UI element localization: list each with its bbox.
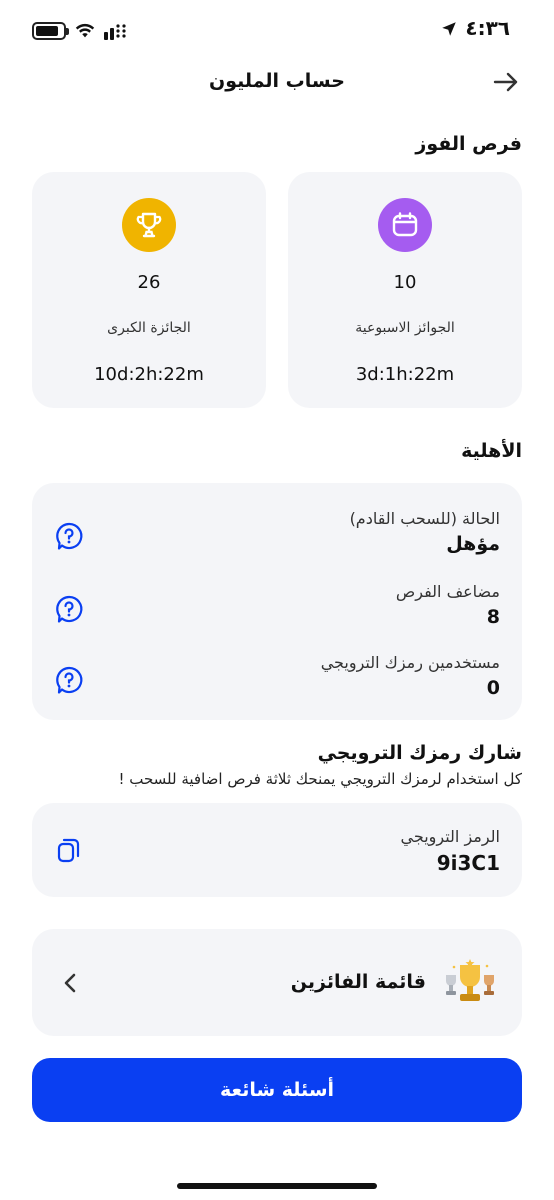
trophy-icon-wrap (122, 198, 176, 252)
weekly-prizes-count: 10 (393, 272, 417, 293)
copy-icon[interactable] (54, 835, 84, 865)
help-icon[interactable] (54, 521, 84, 551)
chances-title: فرص الفوز (415, 133, 522, 155)
promo-code-value: 9i3C1 (436, 851, 500, 875)
battery-icon (32, 22, 69, 40)
promo-code-card: الرمز الترويجي 9i3C1 (32, 803, 522, 897)
home-indicator (177, 1183, 377, 1189)
status-label: الحالة (للسحب القادم) (349, 509, 500, 528)
eligibility-row-multiplier: مضاعف الفرص 8 (32, 582, 522, 642)
referrals-label: مستخدمين رمزك الترويجي (320, 653, 500, 672)
faq-button[interactable]: أسئلة شائعة (32, 1058, 522, 1122)
weekly-prizes-label: الجوائز الاسبوعية (355, 320, 455, 336)
referrals-value: 0 (486, 677, 500, 699)
chevron-left-icon (64, 973, 76, 993)
promo-code-label: الرمز الترويجي (400, 827, 500, 846)
grand-prize-label: الجائزة الكبرى (107, 320, 191, 336)
battery-fill (36, 26, 58, 36)
help-icon[interactable] (54, 594, 84, 624)
winners-list-label: قائمة الفائزين (290, 971, 426, 993)
header: حساب المليون (0, 62, 554, 102)
share-subtitle: كل استخدام لرمزك الترويجي يمنحك ثلاثة فر… (118, 770, 522, 788)
status-time: ٤:٣٦ (465, 16, 510, 40)
calendar-icon-wrap (378, 198, 432, 252)
eligibility-row-referrals: مستخدمين رمزك الترويجي 0 (32, 653, 522, 713)
share-title: شارك رمزك الترويجي (317, 742, 522, 764)
location-arrow-icon (442, 22, 456, 36)
grand-prize-count: 26 (137, 272, 161, 293)
page-title: حساب المليون (209, 70, 345, 92)
wifi-icon (75, 23, 95, 38)
weekly-prizes-card: 10 الجوائز الاسبوعية 3d:1h:22m (288, 172, 522, 408)
multiplier-label: مضاعف الفرص (395, 582, 500, 601)
eligibility-card: الحالة (للسحب القادم) مؤهل مضاعف الفرص 8… (32, 483, 522, 720)
eligibility-row-status: الحالة (للسحب القادم) مؤهل (32, 509, 522, 569)
multiplier-value: 8 (486, 606, 500, 628)
eligibility-title: الأهلية (461, 440, 522, 462)
grand-prize-card: 26 الجائزة الكبرى 10d:2h:22m (32, 172, 266, 408)
signal-icon (104, 24, 126, 40)
arrow-right-icon[interactable] (490, 66, 522, 98)
status-value: مؤهل (446, 533, 500, 555)
winners-list-button[interactable]: قائمة الفائزين (32, 929, 522, 1036)
help-icon[interactable] (54, 665, 84, 695)
status-bar: ٤:٣٦ (0, 0, 554, 62)
trophy-icon (136, 212, 162, 238)
weekly-prizes-time: 3d:1h:22m (355, 364, 455, 385)
calendar-icon (392, 212, 418, 237)
trophies-icon (446, 959, 494, 1001)
grand-prize-time: 10d:2h:22m (94, 364, 204, 385)
